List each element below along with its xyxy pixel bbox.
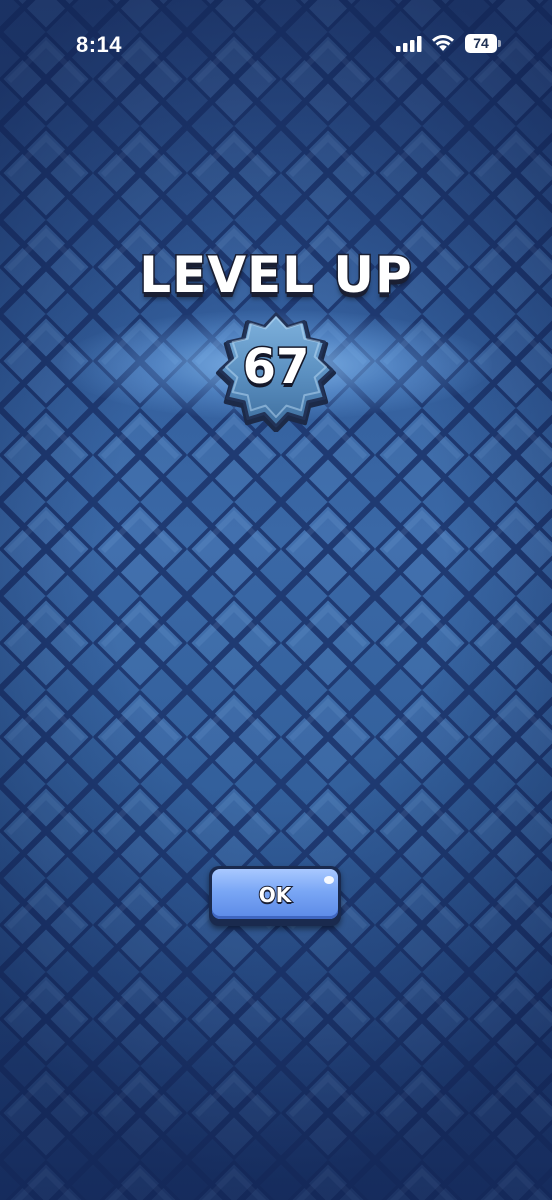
status-time: 8:14 xyxy=(76,32,123,57)
level-badge: 67 xyxy=(214,308,338,432)
ok-button-face: OK xyxy=(212,869,338,919)
cellular-signal-icon xyxy=(396,36,422,52)
ok-button[interactable]: OK xyxy=(209,866,341,926)
battery-icon: 74 xyxy=(465,34,501,53)
diamond-tile-background xyxy=(0,0,552,1200)
status-bar: 8:14 74 xyxy=(0,0,552,80)
battery-level: 74 xyxy=(473,35,489,51)
wifi-icon xyxy=(432,35,454,51)
level-up-screen: 8:14 74 LEVEL UP 67 OK xyxy=(0,0,552,1200)
level-up-title: LEVEL UP xyxy=(138,245,413,306)
battery-tip xyxy=(498,40,501,47)
ok-button-label: OK xyxy=(258,882,293,908)
level-number: 67 xyxy=(241,338,311,397)
